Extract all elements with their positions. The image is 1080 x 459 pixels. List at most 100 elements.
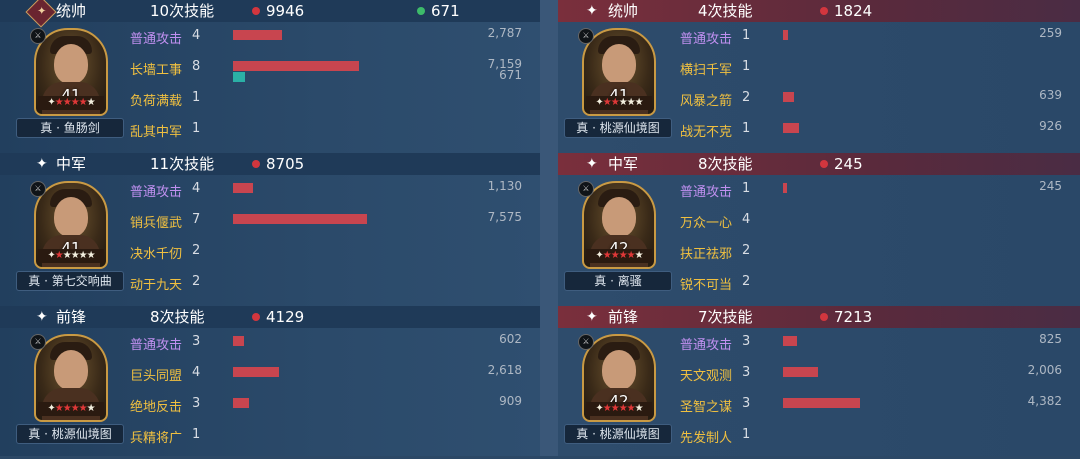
skill-name[interactable]: 巨头同盟 xyxy=(130,365,182,384)
damage-value: 2,787 xyxy=(487,26,522,40)
star-icon: ★ xyxy=(610,97,620,108)
section-header: ✦ 统帅 4次技能 1824 xyxy=(558,0,1080,22)
star-icon: ★ xyxy=(618,97,628,108)
skill-use-count: 2 xyxy=(192,243,201,258)
star-rating: ✦★★★★★ xyxy=(38,249,104,263)
star-icon: ★ xyxy=(634,403,644,414)
damage-bar xyxy=(233,61,359,71)
skill-use-count: 8 xyxy=(192,59,201,74)
hero-portrait[interactable]: ✦★★★★★ ⚔ 真 · 桃源仙境图 xyxy=(16,334,124,444)
star-icon: ✦ xyxy=(47,250,55,261)
damage-value: 2,006 xyxy=(1027,363,1062,377)
skill-name[interactable]: 圣智之谋 xyxy=(680,396,732,415)
hero-portrait[interactable]: 42 ✦★★★★★ ⚔ 真 · 桃源仙境图 xyxy=(564,334,672,444)
weapon-label[interactable]: 真 · 第七交响曲 xyxy=(16,271,124,291)
skill-name[interactable]: 锐不可当 xyxy=(680,274,732,293)
portrait-frame: 42 ✦★★★★★ xyxy=(582,334,656,422)
skill-name[interactable]: 销兵偃武 xyxy=(130,212,182,231)
damage-value: 909 xyxy=(499,394,522,408)
weapon-label[interactable]: 真 · 桃源仙境图 xyxy=(564,424,672,444)
skill-name[interactable]: 普通攻击 xyxy=(130,181,182,200)
skill-name[interactable]: 兵精将广 xyxy=(130,427,182,446)
skill-name[interactable]: 负荷满载 xyxy=(130,90,182,109)
star-icon: ★ xyxy=(62,97,72,108)
skill-use-count: 7 xyxy=(192,212,201,227)
hero-portrait[interactable]: 41 ✦★★★★★ ⚔ 真 · 桃源仙境图 xyxy=(564,28,672,138)
damage-value: 4,382 xyxy=(1027,394,1062,408)
damage-bar xyxy=(783,30,788,40)
skill-name[interactable]: 决水千仞 xyxy=(130,243,182,262)
skill-name[interactable]: 乱其中军 xyxy=(130,121,182,140)
skill-name[interactable]: 战无不克 xyxy=(680,121,732,140)
damage-bar xyxy=(783,92,794,102)
skill-name[interactable]: 扶正祛邪 xyxy=(680,243,732,262)
damage-bar xyxy=(233,367,279,377)
skill-name[interactable]: 普通攻击 xyxy=(130,334,182,353)
hero-section: ✦ 中军 8次技能 245 42 ✦★★★★★ ⚔ 真 · 离骚 普通攻击 1 245 万众一心 4 扶正… xyxy=(540,153,1080,306)
hero-portrait[interactable]: 41 ✦★★★★★ ⚔ 真 · 第七交响曲 xyxy=(16,181,124,291)
star-rating: ✦★★★★★ xyxy=(586,249,652,263)
damage-value: 7,575 xyxy=(487,210,522,224)
damage-bar xyxy=(233,30,282,40)
skill-name[interactable]: 万众一心 xyxy=(680,212,732,231)
unit-type-icon: ⚔ xyxy=(578,334,594,350)
skill-row: 扶正祛邪 2 xyxy=(680,237,1070,268)
skill-name[interactable]: 普通攻击 xyxy=(680,181,732,200)
heal-total: 671 xyxy=(431,2,460,20)
weapon-label[interactable]: 真 · 桃源仙境图 xyxy=(564,118,672,138)
damage-bar xyxy=(233,336,244,346)
star-icon: ★ xyxy=(54,403,64,414)
skill-name[interactable]: 普通攻击 xyxy=(680,28,732,47)
damage-value: 259 xyxy=(1039,26,1062,40)
skill-name[interactable]: 普通攻击 xyxy=(130,28,182,47)
skill-name[interactable]: 长墙工事 xyxy=(130,59,182,78)
skill-use-count: 3 xyxy=(192,396,201,411)
skill-name[interactable]: 横扫千军 xyxy=(680,59,732,78)
skill-row: 兵精将广 1 xyxy=(130,421,530,452)
skill-use-count: 3 xyxy=(192,334,201,349)
weapon-label[interactable]: 真 · 鱼肠剑 xyxy=(16,118,124,138)
hero-section: ✦ 统帅 10次技能 9946 671 41 ✦★★★★★ ⚔ 真 · 鱼肠剑 普通攻击 4 2,78… xyxy=(0,0,540,153)
star-icon: ★ xyxy=(634,97,644,108)
skill-name[interactable]: 绝地反击 xyxy=(130,396,182,415)
star-icon: ★ xyxy=(602,403,612,414)
heal-dot-icon xyxy=(417,7,425,15)
skill-name[interactable]: 动于九天 xyxy=(130,274,182,293)
skill-use-count: 4 xyxy=(192,365,201,380)
damage-value: 1,130 xyxy=(487,179,522,193)
skill-row: 普通攻击 1 245 xyxy=(680,175,1070,206)
star-icon: ★ xyxy=(626,403,636,414)
commander-badge-icon: ✦ xyxy=(25,0,57,28)
star-icon: ★ xyxy=(70,403,80,414)
skill-name[interactable]: 天文观测 xyxy=(680,365,732,384)
skill-row: 圣智之谋 3 4,382 xyxy=(680,390,1070,421)
skill-name[interactable]: 先发制人 xyxy=(680,427,732,446)
section-header: ✦ 中军 11次技能 8705 xyxy=(0,153,540,175)
star-icon: ✦ xyxy=(47,403,55,414)
skill-use-count: 1 xyxy=(742,121,751,136)
skill-use-count: 1 xyxy=(192,90,201,105)
portrait-frame: ✦★★★★★ xyxy=(34,334,108,422)
skill-row: 普通攻击 1 259 xyxy=(680,22,1070,53)
hero-portrait[interactable]: 42 ✦★★★★★ ⚔ 真 · 离骚 xyxy=(564,181,672,291)
star-icon: ★ xyxy=(634,250,644,261)
unit-type-icon: ⚔ xyxy=(30,28,46,44)
skill-use-count: 1 xyxy=(742,181,751,196)
skill-name[interactable]: 普通攻击 xyxy=(680,334,732,353)
damage-bar xyxy=(233,398,249,408)
star-icon: ★ xyxy=(610,250,620,261)
skill-row: 长墙工事 8 7,159 671 xyxy=(130,53,530,84)
portrait-frame: 41 ✦★★★★★ xyxy=(34,28,108,116)
skill-use-count: 4 xyxy=(192,28,201,43)
role-label: 前锋 xyxy=(608,308,639,326)
skill-name[interactable]: 风暴之箭 xyxy=(680,90,732,109)
weapon-label[interactable]: 真 · 离骚 xyxy=(564,271,672,291)
weapon-label[interactable]: 真 · 桃源仙境图 xyxy=(16,424,124,444)
star-icon: ★ xyxy=(70,97,80,108)
skill-row: 负荷满载 1 xyxy=(130,84,530,115)
star-icon: ★ xyxy=(54,250,64,261)
skill-row: 乱其中军 1 xyxy=(130,115,530,146)
skill-use-count: 1 xyxy=(192,121,201,136)
portrait-frame: 41 ✦★★★★★ xyxy=(582,28,656,116)
hero-portrait[interactable]: 41 ✦★★★★★ ⚔ 真 · 鱼肠剑 xyxy=(16,28,124,138)
